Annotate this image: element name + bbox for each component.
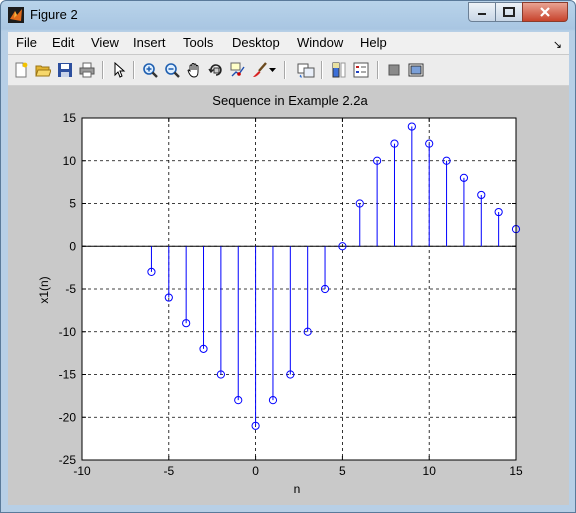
hide-plot-tools-icon[interactable] (384, 60, 404, 80)
rotate-3d-icon[interactable] (206, 60, 226, 80)
y-tick-label: -15 (59, 368, 77, 382)
toolbar-separator (284, 61, 286, 79)
menu-tools[interactable]: Tools (183, 35, 213, 50)
edit-plot-pointer-icon[interactable] (109, 60, 129, 80)
data-cursor-icon[interactable] (228, 60, 248, 80)
toolbar (8, 55, 569, 86)
menu-help[interactable]: Help (360, 35, 387, 50)
stem-plot[interactable]: -10 -5 0 5 10 15 151050-5-10-15-20-25 Sequenc… (8, 87, 569, 505)
window-title: Figure 2 (30, 7, 78, 22)
figure-canvas: -10 -5 0 5 10 15 15 10 5 0 -5 -10 -15 -20 -25 Sequenc… (8, 87, 569, 505)
x-tick-label: 0 (252, 464, 259, 478)
maximize-button[interactable] (495, 2, 523, 22)
menu-view[interactable]: View (91, 35, 119, 50)
y-tick-label: -5 (65, 282, 76, 296)
minimize-icon (478, 13, 486, 15)
toolbar-separator (102, 61, 104, 79)
minimize-button[interactable] (468, 2, 496, 22)
y-tick-label: -20 (59, 410, 77, 424)
close-button[interactable] (522, 2, 568, 22)
restore-icon (503, 7, 515, 17)
y-tick-label: -25 (59, 453, 77, 467)
figure-client: File Edit View Insert Tools Desktop Wind… (8, 32, 569, 505)
x-tick-label: 10 (423, 464, 437, 478)
brush-dropdown-icon[interactable] (268, 60, 278, 80)
toolbar-separator (321, 61, 323, 79)
matlab-logo-icon (8, 7, 24, 23)
open-file-icon[interactable] (33, 60, 53, 80)
title-bar[interactable]: Figure 2 (1, 1, 575, 31)
menu-file[interactable]: File (16, 35, 37, 50)
close-icon (540, 7, 550, 17)
show-plot-tools-icon[interactable] (406, 60, 426, 80)
y-tick-label: -10 (59, 325, 77, 339)
brush-icon[interactable] (250, 60, 270, 80)
y-tick-label: 5 (69, 197, 76, 211)
zoom-out-icon[interactable] (162, 60, 182, 80)
pan-hand-icon[interactable] (184, 60, 204, 80)
x-tick-label: 15 (509, 464, 523, 478)
menu-window[interactable]: Window (297, 35, 343, 50)
insert-legend-icon[interactable] (351, 60, 371, 80)
insert-colorbar-icon[interactable] (329, 60, 349, 80)
toolbar-separator (377, 61, 379, 79)
print-icon[interactable] (77, 60, 97, 80)
menu-edit[interactable]: Edit (52, 35, 74, 50)
x-tick-label: 5 (339, 464, 346, 478)
new-figure-icon[interactable] (11, 60, 31, 80)
y-tick-label: 0 (69, 239, 76, 253)
y-tick-label: 15 (63, 111, 77, 125)
y-tick-label: 10 (63, 154, 77, 168)
menu-insert[interactable]: Insert (133, 35, 166, 50)
dock-arrow-icon[interactable]: ↘ (553, 38, 562, 51)
save-icon[interactable] (55, 60, 75, 80)
figure-window: Figure 2 File Edit View Insert Tools Des… (0, 0, 576, 513)
y-axis-label: x1(n) (37, 276, 51, 303)
x-tick-label: -5 (163, 464, 174, 478)
toolbar-separator (133, 61, 135, 79)
link-plot-icon[interactable] (296, 60, 316, 80)
menu-bar: File Edit View Insert Tools Desktop Wind… (8, 32, 569, 54)
x-axis-label: n (294, 482, 301, 496)
chart-title: Sequence in Example 2.2a (212, 93, 368, 108)
zoom-in-icon[interactable] (140, 60, 160, 80)
menu-desktop[interactable]: Desktop (232, 35, 280, 50)
